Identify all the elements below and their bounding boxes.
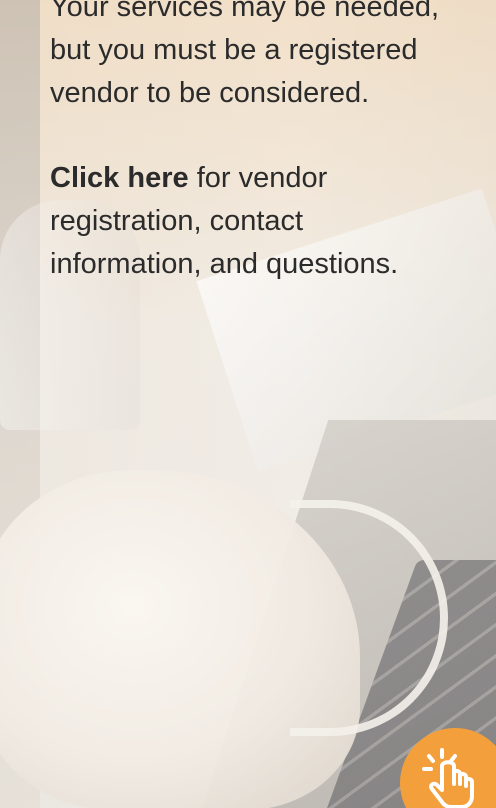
vendor-notice-text: Your services may be needed, but you mus… bbox=[50, 0, 440, 109]
hand-pointer-tap-icon bbox=[422, 748, 474, 808]
click-here-link[interactable]: Click here bbox=[50, 162, 189, 194]
vendor-banner: Your services may be needed, but you mus… bbox=[0, 0, 496, 808]
registration-text: Click here for vendor registration, cont… bbox=[50, 157, 450, 286]
banner-copy: Your services may be needed, but you mus… bbox=[50, 0, 450, 286]
